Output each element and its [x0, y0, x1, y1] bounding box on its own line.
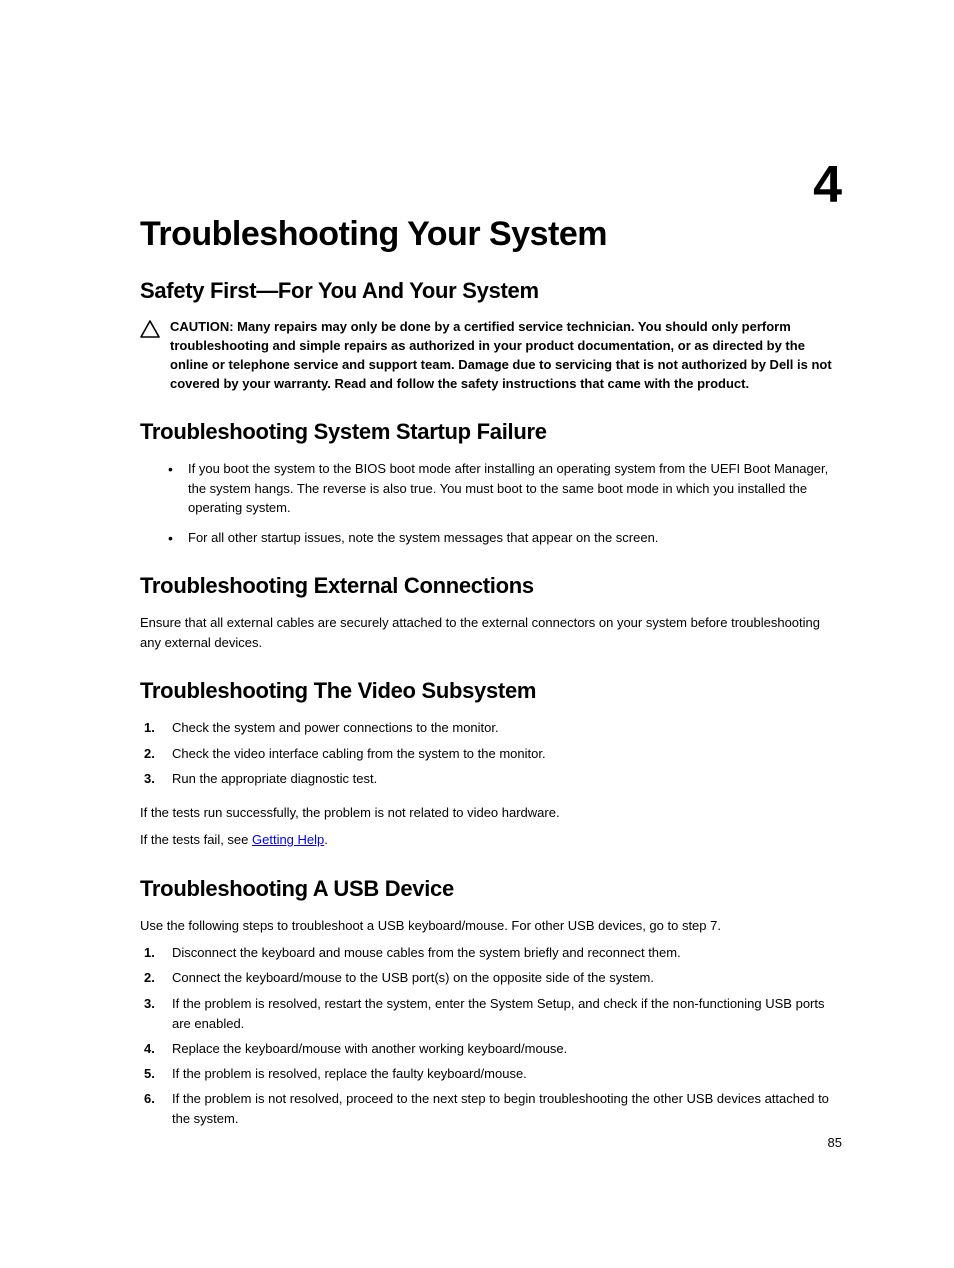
list-item: Connect the keyboard/mouse to the USB po…	[140, 968, 842, 988]
startup-bullet-list: If you boot the system to the BIOS boot …	[140, 459, 842, 547]
list-item: Replace the keyboard/mouse with another …	[140, 1039, 842, 1059]
usb-steps-list: Disconnect the keyboard and mouse cables…	[140, 943, 842, 1129]
caution-body: Many repairs may only be done by a certi…	[170, 319, 832, 391]
page-title: Troubleshooting Your System	[140, 215, 842, 254]
section-heading-usb: Troubleshooting A USB Device	[140, 876, 842, 902]
caution-triangle-icon	[140, 320, 160, 343]
usb-intro: Use the following steps to troubleshoot …	[140, 916, 842, 936]
list-item: If the problem is not resolved, proceed …	[140, 1089, 842, 1129]
caution-block: CAUTION: Many repairs may only be done b…	[140, 318, 842, 393]
external-body: Ensure that all external cables are secu…	[140, 613, 842, 652]
list-item: For all other startup issues, note the s…	[140, 528, 842, 548]
video-after-text-2: If the tests fail, see Getting Help.	[140, 830, 842, 850]
list-item: Disconnect the keyboard and mouse cables…	[140, 943, 842, 963]
list-item: Check the system and power connections t…	[140, 718, 842, 738]
list-item: Run the appropriate diagnostic test.	[140, 769, 842, 789]
section-heading-external: Troubleshooting External Connections	[140, 573, 842, 599]
video-after-suffix: .	[324, 832, 328, 847]
video-after-text-1: If the tests run successfully, the probl…	[140, 803, 842, 823]
list-item: If the problem is resolved, restart the …	[140, 994, 842, 1034]
video-after-prefix: If the tests fail, see	[140, 832, 252, 847]
section-heading-safety: Safety First—For You And Your System	[140, 278, 842, 304]
section-heading-startup: Troubleshooting System Startup Failure	[140, 419, 842, 445]
caution-text: CAUTION: Many repairs may only be done b…	[170, 318, 842, 393]
page-number: 85	[828, 1135, 842, 1150]
chapter-number: 4	[813, 155, 842, 215]
video-steps-list: Check the system and power connections t…	[140, 718, 842, 788]
list-item: Check the video interface cabling from t…	[140, 744, 842, 764]
document-page: 4 Troubleshooting Your System Safety Fir…	[0, 0, 954, 1268]
getting-help-link[interactable]: Getting Help	[252, 832, 324, 847]
list-item: If you boot the system to the BIOS boot …	[140, 459, 842, 518]
section-heading-video: Troubleshooting The Video Subsystem	[140, 678, 842, 704]
caution-label: CAUTION:	[170, 319, 237, 334]
list-item: If the problem is resolved, replace the …	[140, 1064, 842, 1084]
